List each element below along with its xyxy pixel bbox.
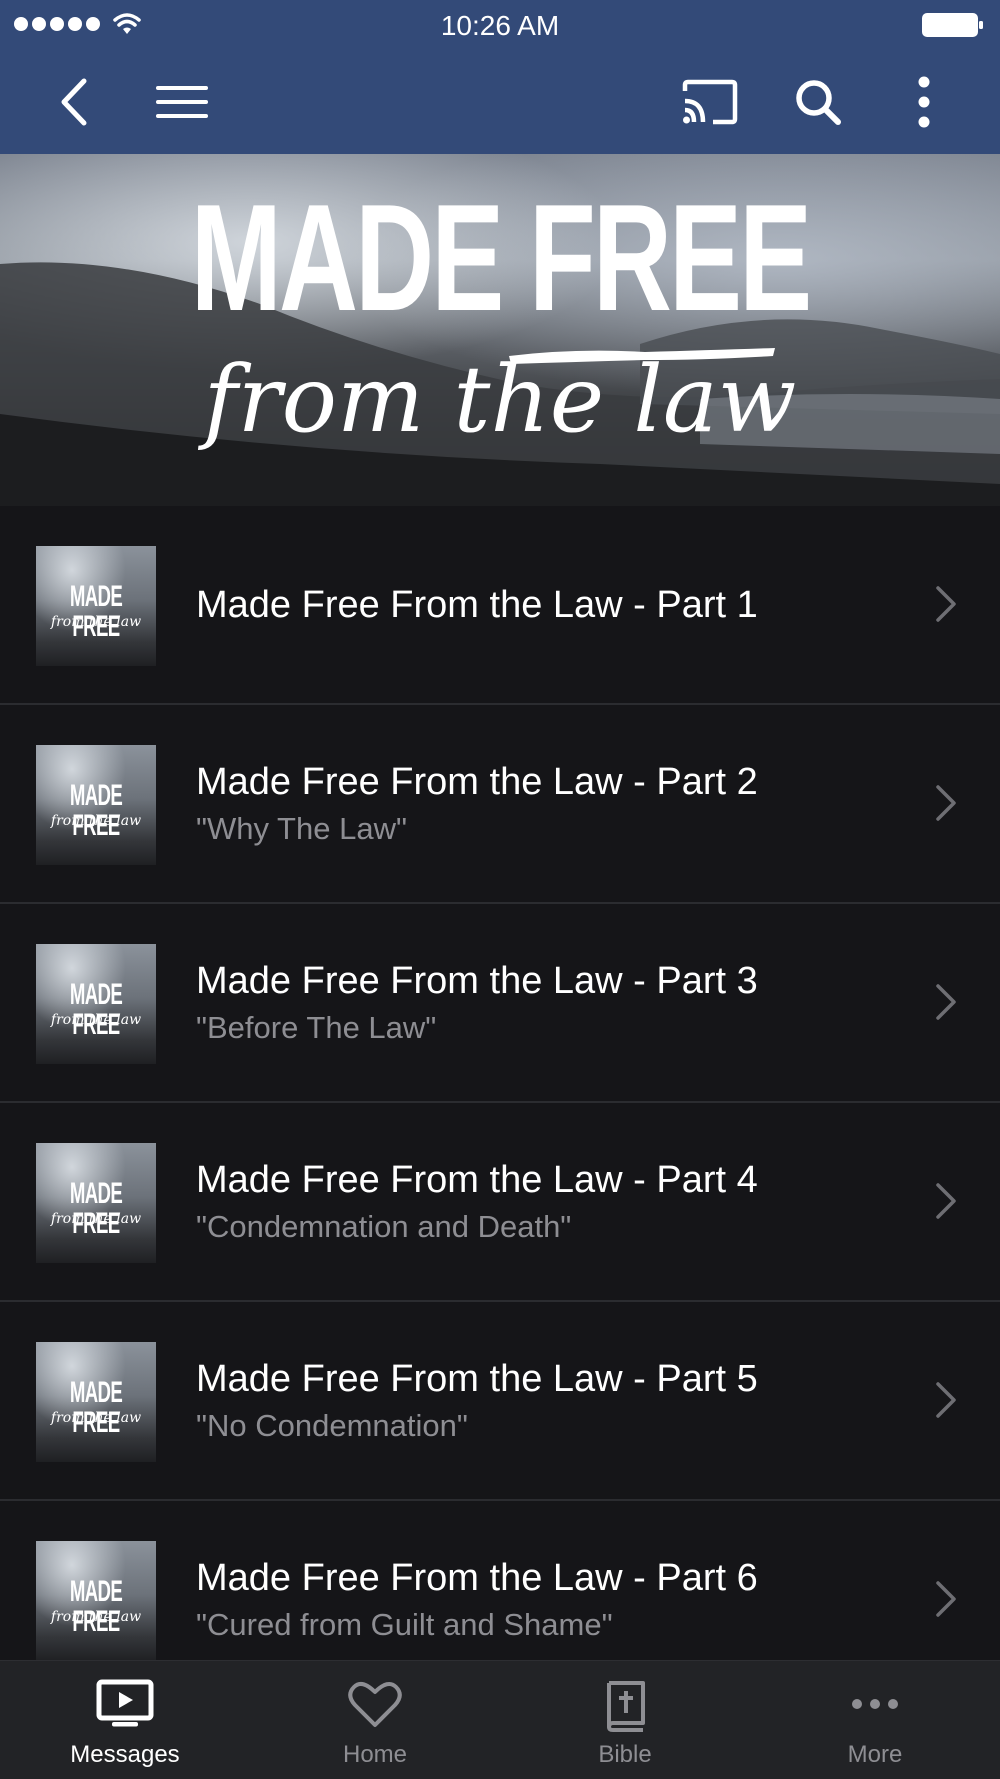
- message-title: Made Free From the Law - Part 5: [196, 1358, 758, 1400]
- chevron-left-icon: [61, 78, 87, 126]
- list-item[interactable]: MADE FREE from the law Made Free From th…: [0, 1302, 1000, 1501]
- tv-play-icon: [96, 1679, 154, 1727]
- navigation-bar: [0, 50, 1000, 154]
- message-thumbnail: MADE FREE from the law: [36, 1541, 156, 1661]
- tab-bible[interactable]: Bible: [500, 1661, 750, 1779]
- back-button[interactable]: [42, 70, 106, 134]
- list-item[interactable]: MADE FREE from the law Made Free From th…: [0, 506, 1000, 705]
- series-banner: MADE FREE from the law: [0, 154, 1000, 506]
- tab-label: More: [847, 1741, 903, 1768]
- chevron-right-icon: [936, 1581, 956, 1617]
- banner-title: MADE FREE: [190, 173, 812, 343]
- chevron-right-icon: [936, 984, 956, 1020]
- menu-button[interactable]: [150, 70, 214, 134]
- status-bar: 10:26 AM: [0, 0, 1000, 50]
- search-icon: [796, 80, 841, 125]
- tab-home[interactable]: Home: [250, 1661, 500, 1779]
- message-subtitle: "Why The Law": [196, 811, 407, 846]
- cast-icon: [682, 79, 738, 125]
- more-options-button[interactable]: [892, 70, 956, 134]
- tab-bar: Messages Home Bible More: [0, 1660, 1000, 1779]
- heart-icon: [348, 1681, 402, 1727]
- chevron-right-icon: [936, 1382, 956, 1418]
- message-thumbnail: MADE FREE from the law: [36, 1342, 156, 1462]
- message-subtitle: "No Condemnation": [196, 1408, 468, 1443]
- message-subtitle: "Condemnation and Death": [196, 1209, 572, 1244]
- message-subtitle: "Cured from Guilt and Shame": [196, 1607, 613, 1642]
- chevron-right-icon: [936, 586, 956, 622]
- message-title: Made Free From the Law - Part 1: [196, 584, 758, 626]
- search-button[interactable]: [786, 70, 850, 134]
- message-list: MADE FREE from the law Made Free From th…: [0, 506, 1000, 1700]
- tab-label: Bible: [598, 1741, 652, 1768]
- list-item[interactable]: MADE FREE from the law Made Free From th…: [0, 705, 1000, 904]
- message-title: Made Free From the Law - Part 2: [196, 761, 758, 803]
- tab-more[interactable]: More: [750, 1661, 1000, 1779]
- message-title: Made Free From the Law - Part 4: [196, 1159, 758, 1201]
- chevron-right-icon: [936, 1183, 956, 1219]
- list-item[interactable]: MADE FREE from the law Made Free From th…: [0, 904, 1000, 1103]
- message-subtitle: "Before The Law": [196, 1010, 437, 1045]
- list-item[interactable]: MADE FREE from the law Made Free From th…: [0, 1103, 1000, 1302]
- horizontal-ellipsis-icon: [852, 1699, 898, 1709]
- message-thumbnail: MADE FREE from the law: [36, 944, 156, 1064]
- cast-button[interactable]: [678, 70, 742, 134]
- battery-icon: [922, 12, 984, 43]
- message-thumbnail: MADE FREE from the law: [36, 1143, 156, 1263]
- message-thumbnail: MADE FREE from the law: [36, 745, 156, 865]
- message-title: Made Free From the Law - Part 6: [196, 1557, 758, 1599]
- tab-messages[interactable]: Messages: [0, 1661, 250, 1779]
- banner-subtitle: from the law: [203, 346, 797, 453]
- chevron-right-icon: [936, 785, 956, 821]
- tab-label: Home: [342, 1741, 408, 1768]
- bible-icon: [607, 1681, 645, 1732]
- hamburger-icon: [156, 86, 208, 118]
- message-thumbnail: MADE FREE from the law: [36, 546, 156, 666]
- message-title: Made Free From the Law - Part 3: [196, 960, 758, 1002]
- vertical-ellipsis-icon: [918, 76, 930, 128]
- tab-label: Messages: [70, 1741, 180, 1768]
- status-time: 10:26 AM: [440, 10, 560, 41]
